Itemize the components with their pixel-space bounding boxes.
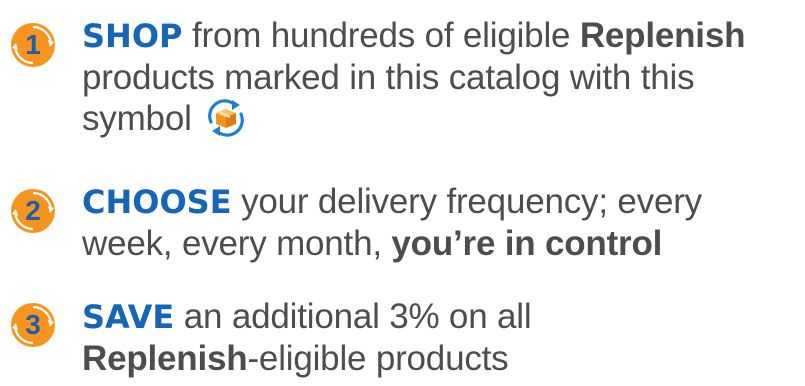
step-text: SHOP from hundreds of eligible Replenish… (82, 15, 797, 139)
step-number-badge: 1 (8, 20, 58, 70)
step-text-part: from hundreds of eligible (182, 16, 580, 55)
step-keyword: SAVE (82, 298, 175, 336)
step-text-part: -eligible products (247, 339, 509, 378)
step-text: SAVE an additional 3% on all Replenish-e… (82, 296, 797, 379)
step-text: CHOOSE your delivery frequency; every we… (82, 181, 797, 264)
step-number: 3 (25, 309, 41, 340)
replenish-term: Replenish (82, 339, 248, 378)
step-number-badge: 3 (8, 300, 58, 350)
step-keyword: SHOP (82, 17, 183, 55)
step-number: 1 (25, 29, 41, 60)
step-emphasis: you’re in control (391, 224, 663, 263)
replenish-box-icon (205, 98, 247, 138)
step-number-badge: 2 (8, 186, 58, 236)
step-text-part: products marked in this catalog with thi… (82, 58, 695, 138)
replenish-term: Replenish (579, 16, 746, 55)
step-number: 2 (25, 195, 41, 226)
step-text-part: an additional 3% on all (174, 297, 532, 336)
step-keyword: CHOOSE (82, 183, 232, 221)
